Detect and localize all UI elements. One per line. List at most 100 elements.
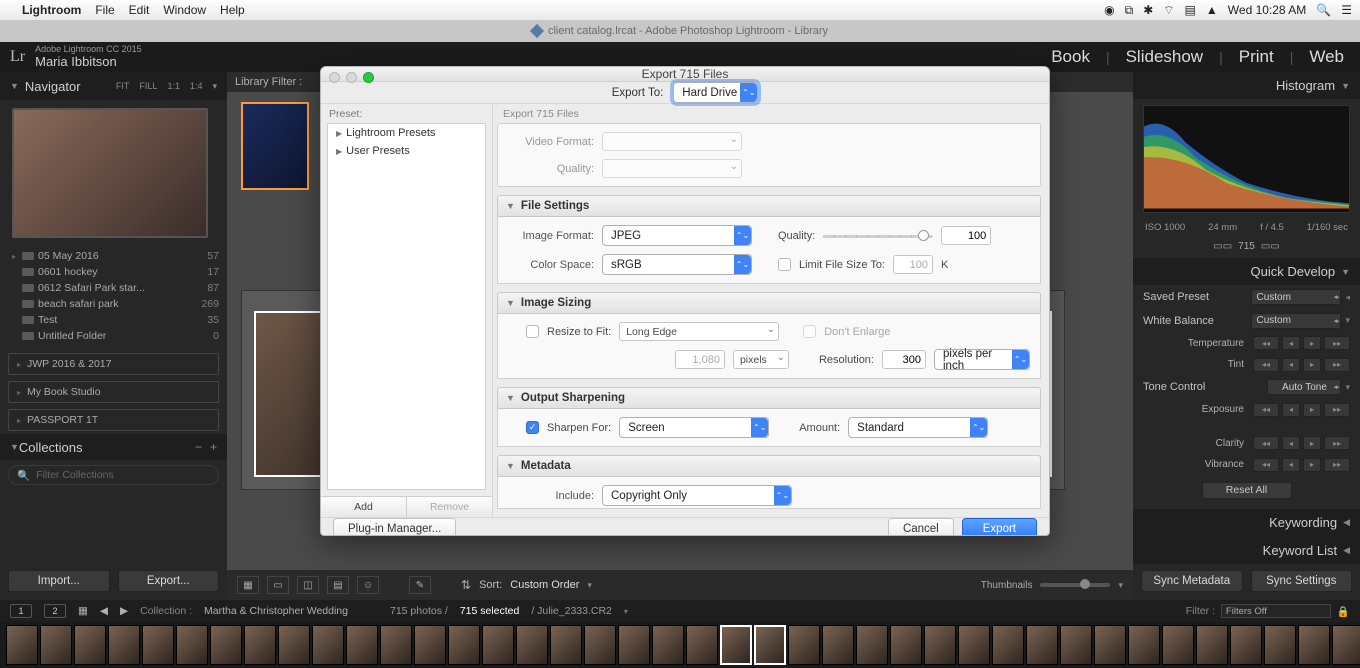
filmstrip-thumb[interactable]	[74, 625, 106, 665]
lock-icon[interactable]: 🔒	[1337, 605, 1350, 618]
filmstrip-thumb[interactable]	[1298, 625, 1330, 665]
chevron-down-icon[interactable]: ▾	[1118, 580, 1123, 591]
filmstrip-thumb[interactable]	[584, 625, 616, 665]
filmstrip-thumb[interactable]	[6, 625, 38, 665]
nav-mode-1-1[interactable]: 1:1	[167, 81, 180, 91]
chevron-down-icon[interactable]: ▾	[1345, 382, 1350, 393]
filmstrip-thumb[interactable]	[482, 625, 514, 665]
filmstrip[interactable]: /* thumbs generated below by JS */	[0, 622, 1360, 668]
wifi-icon[interactable]: ⌔	[1163, 3, 1174, 18]
filmstrip-thumb[interactable]	[618, 625, 650, 665]
grid-view-icon[interactable]: ▦	[78, 605, 88, 617]
stepper[interactable]: ◂◂	[1253, 358, 1279, 372]
traffic-minimize-icon[interactable]	[346, 72, 357, 83]
preset-add-button[interactable]: Add	[321, 497, 407, 517]
spotlight-icon[interactable]: 🔍	[1316, 3, 1331, 17]
stepper[interactable]: ▸	[1303, 458, 1321, 472]
image-sizing-header[interactable]: ▼Image Sizing	[497, 292, 1041, 314]
menu-window[interactable]: Window	[163, 3, 206, 17]
filmstrip-thumb[interactable]	[278, 625, 310, 665]
notification-center-icon[interactable]: ☰	[1341, 3, 1352, 17]
quality-slider[interactable]	[823, 229, 933, 243]
metadata-include-select[interactable]: Copyright Only⌃⌄	[602, 485, 792, 506]
filmstrip-thumb[interactable]	[516, 625, 548, 665]
nav-fwd-icon[interactable]: ▶	[120, 605, 128, 617]
image-format-select[interactable]: JPEG⌃⌄	[602, 225, 752, 246]
stepper[interactable]: ▸	[1303, 436, 1321, 450]
filmstrip-thumb[interactable]	[788, 625, 820, 665]
folder-row[interactable]: 0612 Safari Park star...87	[8, 280, 219, 296]
filmstrip-thumb[interactable]	[754, 625, 786, 665]
sharpen-for-checkbox[interactable]: ✓	[526, 421, 539, 434]
keywording-header[interactable]: Keywording ◀	[1133, 509, 1360, 536]
flag-icon[interactable]: ▤	[1185, 3, 1196, 17]
dropbox-icon[interactable]: ⧉	[1125, 3, 1134, 18]
stepper[interactable]: ▸▸	[1324, 458, 1350, 472]
grid-thumb[interactable]	[241, 102, 309, 190]
folder-row[interactable]: Test35	[8, 312, 219, 328]
stepper[interactable]: ▸	[1303, 358, 1321, 372]
sharpen-for-select[interactable]: Screen⌃⌄	[619, 417, 769, 438]
folder-row[interactable]: ▸05 May 201657	[8, 248, 219, 264]
volume-icon[interactable]: ▲	[1206, 3, 1218, 17]
painter-icon[interactable]: ✎	[409, 576, 431, 594]
filmstrip-thumb[interactable]	[856, 625, 888, 665]
traffic-zoom-icon[interactable]	[363, 72, 374, 83]
resize-to-fit-checkbox[interactable]	[526, 325, 539, 338]
menu-app-name[interactable]: Lightroom	[22, 3, 81, 17]
stepper[interactable]: ◂◂	[1253, 336, 1279, 350]
sharpen-amount-select[interactable]: Standard⌃⌄	[848, 417, 988, 438]
folder-row[interactable]: beach safari park269	[8, 296, 219, 312]
saved-preset-select[interactable]: Custom	[1251, 289, 1341, 305]
metadata-header[interactable]: ▼Metadata	[497, 455, 1041, 477]
view-people-icon[interactable]: ☺	[357, 576, 379, 594]
preset-item[interactable]: ▶Lightroom Presets	[328, 124, 485, 142]
stepper[interactable]: ◂◂	[1253, 403, 1279, 417]
limit-file-size-input[interactable]	[893, 255, 933, 274]
filmstrip-thumb[interactable]	[176, 625, 208, 665]
display-1-button[interactable]: 1	[10, 604, 32, 618]
dimension-input[interactable]	[675, 350, 725, 369]
menu-edit[interactable]: Edit	[129, 3, 150, 17]
collections-search[interactable]: 🔍 Filter Collections	[8, 465, 219, 485]
plus-icon[interactable]: +	[210, 440, 217, 454]
filmstrip-thumb[interactable]	[244, 625, 276, 665]
filmstrip-thumb[interactable]	[1196, 625, 1228, 665]
stepper[interactable]: ◂◂	[1253, 458, 1279, 472]
file-settings-header[interactable]: ▼File Settings	[497, 195, 1041, 217]
minus-icon[interactable]: −	[195, 440, 202, 454]
export-button[interactable]: Export...	[118, 570, 220, 592]
filmstrip-thumb[interactable]	[1128, 625, 1160, 665]
thumbnail-size-slider[interactable]	[1040, 583, 1110, 587]
reset-all-button[interactable]: Reset All	[1202, 482, 1292, 500]
collection-name[interactable]: Martha & Christopher Wedding	[204, 605, 348, 617]
device-row[interactable]: ▸JWP 2016 & 2017	[8, 353, 219, 375]
histogram-header[interactable]: Histogram ▼	[1133, 72, 1360, 99]
sync-icon[interactable]: ✱	[1143, 3, 1153, 17]
module-print[interactable]: Print	[1239, 47, 1274, 67]
module-slideshow[interactable]: Slideshow	[1126, 47, 1204, 67]
filmstrip-thumb[interactable]	[992, 625, 1024, 665]
stepper[interactable]: ▸	[1303, 403, 1321, 417]
chevron-down-icon[interactable]: ▾	[587, 580, 592, 591]
status-icon[interactable]: ◉	[1104, 3, 1114, 17]
stepper[interactable]: ▸▸	[1324, 336, 1350, 350]
filmstrip-thumb[interactable]	[958, 625, 990, 665]
color-space-select[interactable]: sRGB⌃⌄	[602, 254, 752, 275]
white-balance-select[interactable]: Custom	[1251, 313, 1341, 329]
view-compare-icon[interactable]: ◫	[297, 576, 319, 594]
filmstrip-thumb[interactable]	[822, 625, 854, 665]
filmstrip-thumb[interactable]	[346, 625, 378, 665]
auto-tone-button[interactable]: Auto Tone	[1267, 379, 1341, 395]
resolution-unit-select[interactable]: pixels per inch⌃⌄	[934, 349, 1030, 370]
menu-help[interactable]: Help	[220, 3, 245, 17]
filmstrip-thumb[interactable]	[312, 625, 344, 665]
device-row[interactable]: ▸My Book Studio	[8, 381, 219, 403]
module-book[interactable]: Book	[1051, 47, 1090, 67]
navigator-preview[interactable]	[0, 100, 227, 246]
filmstrip-thumb[interactable]	[652, 625, 684, 665]
sort-direction-icon[interactable]: ⇅	[461, 578, 471, 592]
view-survey-icon[interactable]: ▤	[327, 576, 349, 594]
preset-item[interactable]: ▶User Presets	[328, 142, 485, 160]
chevron-left-icon[interactable]: ◂	[1345, 292, 1350, 303]
